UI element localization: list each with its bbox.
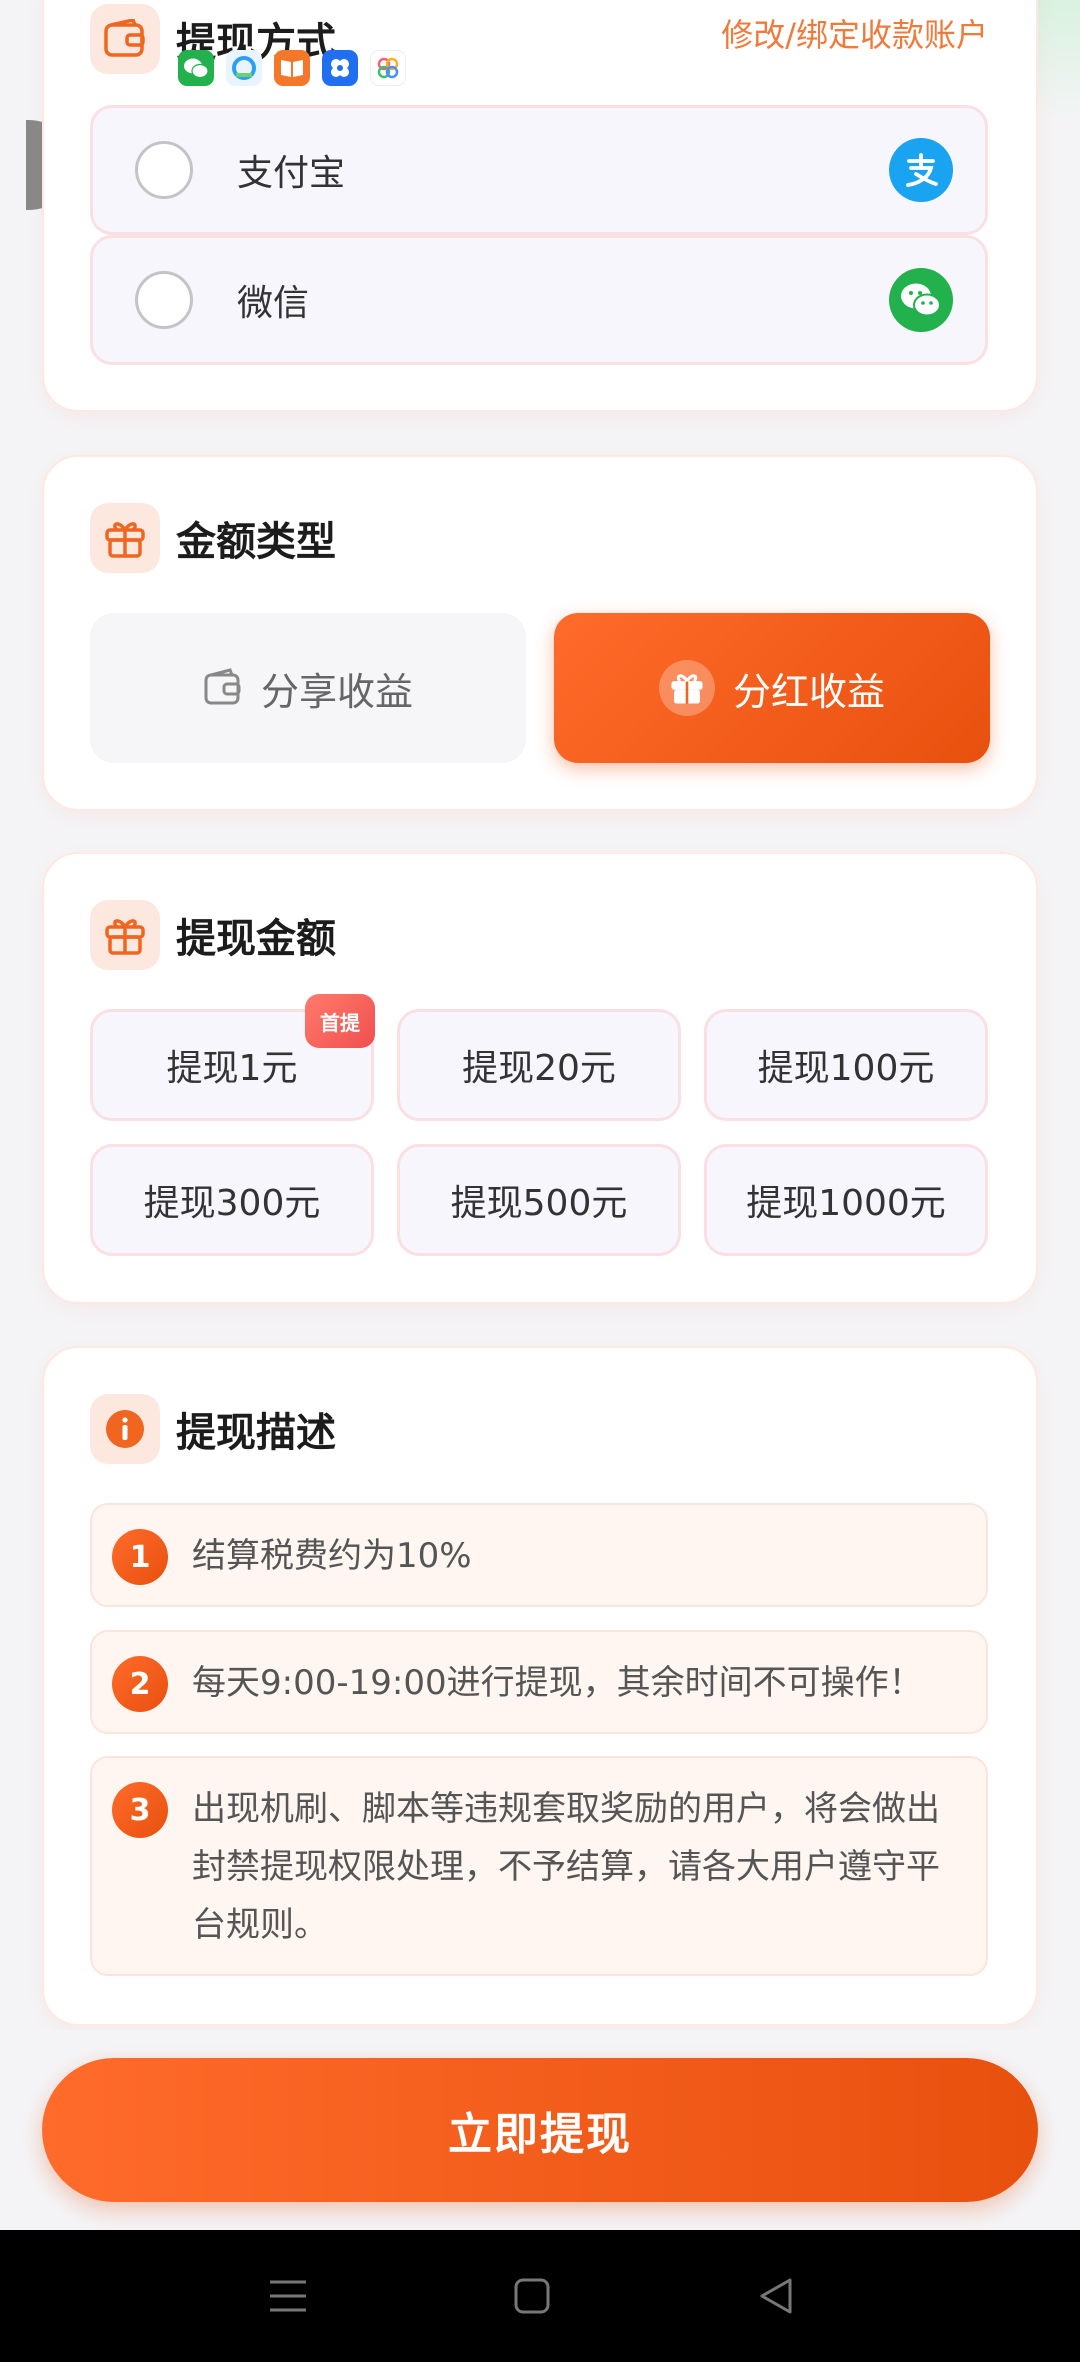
amount-type-header: 金额类型 [90,503,336,573]
withdraw-amount-header: 提现金额 [90,900,336,970]
alipay-radio[interactable] [135,141,193,199]
share-income-button[interactable]: 分享收益 [90,613,526,763]
gift-icon [90,900,160,970]
withdraw-method-card: 提现方式 修改/绑定收款账户 支付宝 微信 [42,0,1038,412]
amount-option-label: 提现100元 [757,1048,935,1089]
amount-option-20[interactable]: 提现20元 [397,1009,681,1121]
alipay-icon [889,138,953,202]
pay-option-wechat[interactable]: 微信 [90,235,988,365]
dividend-income-button[interactable]: 分红收益 [554,613,990,763]
withdraw-now-button[interactable]: 立即提现 [42,2058,1038,2202]
info-icon [90,1394,160,1464]
system-navigation-bar [0,2230,1080,2362]
amount-option-label: 提现500元 [450,1183,628,1224]
amount-option-300[interactable]: 提现300元 [90,1144,374,1256]
item-number: 3 [112,1782,168,1838]
pay-option-alipay[interactable]: 支付宝 [90,105,988,235]
amount-option-1[interactable]: 提现1元 首提 [90,994,375,1121]
withdraw-amount-card: 提现金额 提现1元 首提 提现20元 提现100元 提现300元 提现500元 … [42,852,1038,1304]
amount-option-1000[interactable]: 提现1000元 [704,1144,988,1256]
amount-option-label: 提现1000元 [746,1183,946,1224]
amount-type-card: 金额类型 分享收益 分红收益 [42,455,1038,811]
share-income-label: 分享收益 [260,669,413,714]
wechat-radio[interactable] [135,271,193,329]
home-icon[interactable] [502,2270,562,2322]
description-text: 结算税费约为10% [192,1536,472,1576]
qq-browser-mini-icon [226,50,262,86]
amount-option-label: 提现1元 [166,1048,298,1089]
item-number: 2 [112,1656,168,1712]
description-item-1: 1 结算税费约为10% [90,1503,988,1607]
wallet-icon [90,4,160,74]
description-text: 出现机刷、脚本等违规套取奖励的用户，将会做出封禁提现权限处理，不予结算，请各大用… [192,1789,940,1945]
first-withdraw-badge: 首提 [305,994,375,1048]
wechat-mini-icon [178,50,214,86]
description-item-2: 2 每天9:00-19:00进行提现，其余时间不可操作！ [90,1630,988,1734]
amount-type-title: 金额类型 [176,519,336,565]
description-text: 每天9:00-19:00进行提现，其余时间不可操作！ [192,1663,923,1703]
colorful-mini-icon [370,50,406,86]
back-icon[interactable] [746,2270,806,2322]
pinwheel-mini-icon [322,50,358,86]
payment-app-icons [178,50,406,86]
dividend-income-label: 分红收益 [732,669,885,714]
withdraw-description-card: 提现描述 1 结算税费约为10% 2 每天9:00-19:00进行提现，其余时间… [42,1346,1038,2026]
reader-mini-icon [274,50,310,86]
description-item-3: 3 出现机刷、脚本等违规套取奖励的用户，将会做出封禁提现权限处理，不予结算，请各… [90,1756,988,1976]
amount-option-label: 提现20元 [462,1048,616,1089]
pay-option-label: 微信 [237,283,310,324]
amount-option-500[interactable]: 提现500元 [397,1144,681,1256]
wechat-icon [889,268,953,332]
wallet-icon [203,668,243,708]
pay-option-label: 支付宝 [237,153,346,194]
withdraw-description-header: 提现描述 [90,1394,336,1464]
withdraw-description-title: 提现描述 [176,1410,336,1456]
amount-option-label: 提现300元 [143,1183,321,1224]
menu-icon[interactable] [258,2270,318,2322]
item-number: 1 [112,1529,168,1585]
withdraw-amount-title: 提现金额 [176,916,336,962]
amount-option-100[interactable]: 提现100元 [704,1009,988,1121]
gift-icon [658,660,715,716]
edit-bind-account-link[interactable]: 修改/绑定收款账户 [721,10,988,56]
gift-icon [90,503,160,573]
